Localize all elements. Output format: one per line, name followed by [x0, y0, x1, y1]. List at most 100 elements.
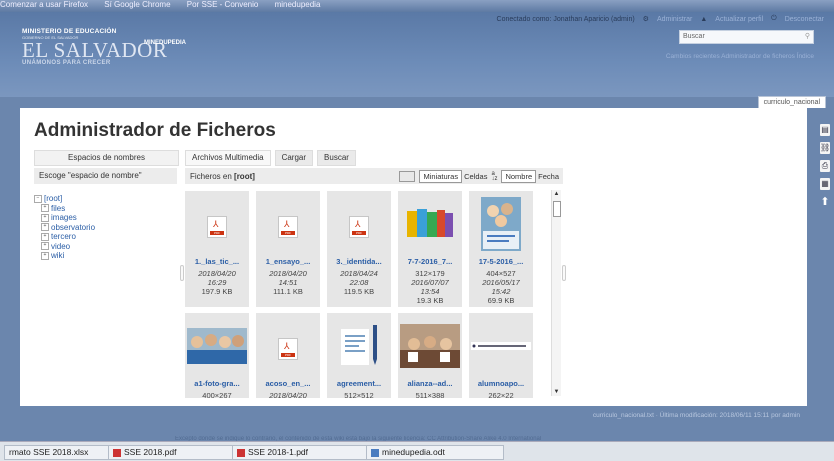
- page-title: Administrador de Ficheros: [34, 120, 276, 141]
- page-id-tab[interactable]: curriculo_nacional: [757, 96, 826, 108]
- image-preview[interactable]: [398, 196, 462, 251]
- file-name[interactable]: 17-5-2016_...: [469, 257, 533, 266]
- collapse-icon[interactable]: −: [34, 194, 42, 203]
- file-thumbnail[interactable]: ⅄ PDF 1._las_tic_... 2018/04/20 16:29 197.9 K…: [185, 191, 249, 307]
- document-icon: [371, 448, 379, 457]
- file-thumbnail[interactable]: 17-5-2016_... 404×527 2016/05/17 15:42 69.9 …: [469, 191, 533, 307]
- file-size: 197.9 KB: [201, 287, 233, 296]
- tab-media-files[interactable]: Archivos Multimedia: [185, 150, 271, 166]
- panel-resize-handle[interactable]: [562, 265, 566, 281]
- logout-link[interactable]: Desconectar: [785, 16, 824, 23]
- tree-item-files[interactable]: + files: [34, 204, 95, 214]
- image-preview[interactable]: [185, 318, 249, 373]
- browser-tab[interactable]: Comenzar a usar Firefox: [0, 0, 88, 9]
- scroll-up-arrow-icon[interactable]: ▲: [552, 191, 561, 197]
- sort-name-button[interactable]: Nombre: [501, 170, 537, 183]
- pdf-file-icon[interactable]: ⅄ PDF: [327, 196, 391, 251]
- namespace-tab[interactable]: Espacios de nombres: [34, 150, 179, 166]
- browser-tab[interactable]: Sí Google Chrome: [104, 0, 170, 9]
- rows-view-button[interactable]: Celdas: [464, 172, 487, 181]
- image-preview[interactable]: [398, 318, 462, 373]
- file-name[interactable]: 1_ensayo_...: [256, 257, 320, 266]
- profile-link[interactable]: Actualizar perfil: [715, 16, 763, 23]
- site-tools-links[interactable]: Cambios recientes Administrador de fiche…: [666, 53, 814, 60]
- file-thumbnail-grid: ⅄ PDF 1._las_tic_... 2018/04/20 16:29 197.9 K…: [185, 188, 551, 398]
- tree-item-images[interactable]: + images: [34, 213, 95, 223]
- taskbar-item[interactable]: SSE 2018-1.pdf: [232, 445, 370, 460]
- sort-icon: a ↓z: [491, 170, 498, 182]
- file-meta: 262×222018/04/27: [469, 391, 533, 398]
- file-thumbnail[interactable]: agreement... 512×5122018/05/04: [327, 313, 391, 398]
- file-dimensions: 511×388: [415, 391, 445, 398]
- tree-item-video[interactable]: + video: [34, 242, 95, 252]
- file-thumbnail[interactable]: 7-7-2016_7... 312×179 2016/07/07 13:54 19.3 …: [398, 191, 462, 307]
- taskbar-item[interactable]: SSE 2018.pdf: [108, 445, 236, 460]
- ministry-logo[interactable]: MINISTERIO DE EDUCACIÓN GOBIERNO DE EL S…: [22, 28, 167, 66]
- tree-root[interactable]: − [root]: [34, 194, 95, 204]
- tree-item-tercero[interactable]: + tercero: [34, 232, 95, 242]
- file-meta: 2018/04/20 16:29 197.9 KB: [185, 269, 249, 296]
- browser-tab[interactable]: minedupedia: [275, 0, 321, 9]
- media-tabs: Archivos Multimedia Cargar Buscar: [185, 150, 356, 166]
- image-preview[interactable]: [469, 318, 533, 373]
- search-input[interactable]: Buscar ⚲: [679, 30, 814, 44]
- expand-icon[interactable]: +: [41, 213, 49, 222]
- tree-item-wiki[interactable]: + wiki: [34, 251, 95, 261]
- file-name[interactable]: 1._las_tic_...: [185, 257, 249, 266]
- file-meta: 400×2672018/04/26: [185, 391, 249, 398]
- doc-icon[interactable]: ▦: [820, 178, 830, 190]
- file-name[interactable]: alianza--ad...: [398, 379, 462, 388]
- file-date: 2018/04/20: [269, 269, 307, 278]
- thumbnails-view-button[interactable]: Miniaturas: [419, 170, 463, 183]
- search-icon[interactable]: ⚲: [805, 31, 810, 43]
- expand-icon[interactable]: +: [41, 232, 49, 241]
- tree-item-observatorio[interactable]: + observatorio: [34, 223, 95, 233]
- pdf-file-icon[interactable]: ⅄ PDF: [256, 318, 320, 373]
- file-name[interactable]: alumnoapo...: [469, 379, 533, 388]
- expand-icon[interactable]: +: [41, 223, 49, 232]
- page-icon[interactable]: ▤: [820, 124, 830, 136]
- expand-icon[interactable]: +: [41, 251, 49, 260]
- image-preview[interactable]: [469, 196, 533, 251]
- file-name[interactable]: acoso_en_...: [256, 379, 320, 388]
- file-name[interactable]: agreement...: [327, 379, 391, 388]
- up-arrow-icon[interactable]: ⬆: [820, 196, 830, 208]
- user-info: Conectado como: Jonathan Aparicio (admin…: [496, 15, 635, 23]
- taskbar-item[interactable]: rmato SSE 2018.xlsx: [4, 445, 114, 460]
- file-name[interactable]: 3._identida...: [327, 257, 391, 266]
- file-thumbnail[interactable]: ⅄ PDF 3._identida... 2018/04/24 22:08 119.5 K…: [327, 191, 391, 307]
- file-list-scrollbar[interactable]: ▲ ▼: [551, 190, 561, 396]
- file-meta: 512×5122018/05/04: [327, 391, 391, 398]
- tab-search[interactable]: Buscar: [317, 150, 356, 166]
- user-icon: ▲: [700, 15, 708, 23]
- file-time: 16:29: [207, 278, 227, 287]
- pdf-file-icon[interactable]: ⅄ PDF: [185, 196, 249, 251]
- last-modified: curriculo_nacional.txt · Última modifica…: [592, 412, 800, 419]
- link-icon[interactable]: ⛓: [820, 142, 830, 154]
- site-name[interactable]: MINEDUPEDIA: [144, 40, 186, 46]
- file-dimensions: 404×527: [486, 269, 516, 278]
- file-size: 119.5 KB: [343, 287, 375, 296]
- expand-icon[interactable]: +: [41, 242, 49, 251]
- file-thumbnail[interactable]: a1-foto-gra... 400×2672018/04/26: [185, 313, 249, 398]
- sort-date-button[interactable]: Fecha: [538, 172, 559, 181]
- expand-icon[interactable]: +: [41, 204, 49, 213]
- pdf-icon[interactable]: ⎙: [820, 160, 830, 172]
- tab-upload[interactable]: Cargar: [274, 150, 314, 166]
- file-date: 2016/07/07: [411, 278, 449, 287]
- scroll-thumb[interactable]: [553, 201, 561, 217]
- taskbar-item[interactable]: minedupedia.odt: [366, 445, 504, 460]
- file-thumbnail[interactable]: alianza--ad... 511×3882018/04/26: [398, 313, 462, 398]
- file-name[interactable]: 7-7-2016_7...: [398, 257, 462, 266]
- browser-tab[interactable]: Por SSE - Convenio: [187, 0, 259, 9]
- file-date: 2016/05/17: [482, 278, 520, 287]
- image-preview[interactable]: [327, 318, 391, 373]
- file-thumbnail[interactable]: ⅄ PDF acoso_en_... 2018/04/20: [256, 313, 320, 398]
- admin-link[interactable]: Administrar: [657, 16, 692, 23]
- panel-resize-handle[interactable]: [180, 265, 184, 281]
- scroll-down-arrow-icon[interactable]: ▼: [552, 389, 561, 395]
- file-thumbnail[interactable]: ⅄ PDF 1_ensayo_... 2018/04/20 14:51 111.1 KB: [256, 191, 320, 307]
- file-name[interactable]: a1-foto-gra...: [185, 379, 249, 388]
- file-thumbnail[interactable]: alumnoapo... 262×222018/04/27: [469, 313, 533, 398]
- pdf-file-icon[interactable]: ⅄ PDF: [256, 196, 320, 251]
